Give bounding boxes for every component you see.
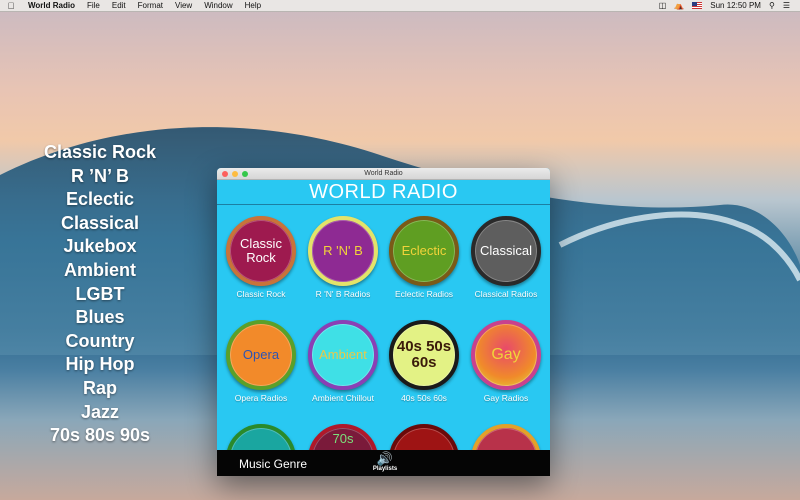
station-caption: 40s 50s 60s: [401, 393, 447, 403]
tab-playlists-label: Playlists: [372, 466, 398, 472]
menu-help[interactable]: Help: [239, 1, 267, 10]
station-disc-label: Classic Rock: [240, 236, 282, 265]
genre-label: R ’N’ B: [70, 165, 129, 186]
station-disc[interactable]: 70s: [308, 424, 378, 450]
genre-label: Classic Rock: [43, 142, 157, 162]
station-caption: Classic Rock: [236, 289, 286, 299]
station-disc[interactable]: Opera: [226, 320, 296, 390]
station-tile[interactable]: R 'N' B R 'N' B Radios: [303, 216, 383, 299]
station-tile[interactable]: Eclectic Eclectic Radios: [384, 216, 464, 299]
app-header: WORLD RADIO: [217, 180, 550, 205]
station-disc[interactable]: [226, 424, 296, 450]
genre-label: 70s 80s 90s: [49, 425, 151, 446]
menu-view[interactable]: View: [169, 1, 198, 10]
station-disc-label: Ambient: [319, 347, 367, 362]
station-tile[interactable]: [384, 424, 464, 450]
station-disc[interactable]: [389, 424, 459, 450]
genre-label: Country: [65, 330, 135, 351]
genre-label: Hip Hop: [65, 354, 135, 375]
station-tile[interactable]: 40s 50s 60s 40s 50s 60s: [384, 320, 464, 403]
menu-format[interactable]: Format: [132, 1, 169, 10]
station-caption: Opera Radios: [234, 393, 288, 403]
station-caption: Ambient Chillout: [312, 393, 374, 403]
genre-label: Ambient: [64, 259, 136, 280]
station-disc-label: Gay: [491, 346, 521, 363]
spotlight-search-icon[interactable]: ⚲: [769, 1, 775, 10]
station-grid: Classic Rock Classic Rock R 'N' B R 'N' …: [217, 206, 550, 450]
input-source-flag-icon[interactable]: [692, 2, 703, 9]
tab-music-genre[interactable]: Music Genre: [239, 457, 307, 471]
window-titlebar[interactable]: World Radio: [217, 168, 550, 180]
desktop-genre-list: Classic Rock R ’N’ B Eclectic Classical …: [0, 141, 200, 448]
genre-label: Eclectic: [65, 189, 135, 210]
battery-icon[interactable]: ◫: [659, 1, 667, 10]
station-disc[interactable]: 40s 50s 60s: [389, 320, 459, 390]
menu-window[interactable]: Window: [198, 1, 238, 10]
genre-label: Classical: [60, 212, 140, 233]
window-title: World Radio: [364, 170, 403, 177]
station-caption: Gay Radios: [483, 393, 529, 403]
station-tile[interactable]: [221, 424, 301, 450]
station-caption: Eclectic Radios: [394, 289, 454, 299]
menubar-clock[interactable]: Sun 12:50 PM: [710, 1, 761, 10]
station-disc[interactable]: Classic Rock: [226, 216, 296, 286]
apple-menu-icon[interactable]: : [0, 1, 22, 11]
station-disc[interactable]: R 'N' B: [308, 216, 378, 286]
station-disc[interactable]: Ambient: [308, 320, 378, 390]
tab-playlists[interactable]: 🔊 Playlists: [365, 451, 405, 473]
station-disc[interactable]: Gay: [471, 320, 541, 390]
genre-label: Blues: [75, 307, 125, 328]
station-tile[interactable]: Opera Opera Radios: [221, 320, 301, 403]
status-area: ◫ ⛺ Sun 12:50 PM ⚲ ☰: [659, 1, 800, 10]
speaker-icon: 🔊: [376, 451, 394, 466]
station-tile[interactable]: Classic Rock Classic Rock: [221, 216, 301, 299]
station-disc[interactable]: Eclectic: [389, 216, 459, 286]
station-disc[interactable]: Classical: [471, 216, 541, 286]
app-menu[interactable]: World Radio: [22, 1, 81, 10]
system-menu-bar:  World Radio File Edit Format View Wind…: [0, 0, 800, 12]
tab-bar: Music Genre 🔊 Playlists: [217, 450, 550, 476]
world-radio-window: World Radio WORLD RADIO Classic Rock Cla…: [217, 168, 550, 476]
notification-center-icon[interactable]: ☰: [783, 1, 790, 10]
station-tile[interactable]: 70s: [303, 424, 383, 450]
station-tile[interactable]: Gay Gay Radios: [466, 320, 546, 403]
station-disc[interactable]: [471, 424, 541, 450]
station-disc-label: Eclectic: [401, 243, 447, 258]
genre-label: Jazz: [80, 401, 120, 422]
genre-label: Jukebox: [63, 236, 137, 257]
station-caption: R 'N' B Radios: [315, 289, 371, 299]
station-tile[interactable]: [466, 424, 546, 450]
station-disc-label: 40s 50s 60s: [396, 338, 452, 371]
station-disc-label: 70s: [332, 431, 354, 446]
station-disc-label: R 'N' B: [323, 243, 363, 258]
menu-edit[interactable]: Edit: [106, 1, 132, 10]
station-caption: Classical Radios: [474, 289, 538, 299]
genre-label: Rap: [82, 377, 117, 398]
station-disc-label: Opera: [242, 347, 280, 362]
wifi-icon[interactable]: ⛺: [674, 1, 684, 10]
menu-file[interactable]: File: [81, 1, 106, 10]
station-disc-label: Classical: [479, 243, 532, 258]
station-tile[interactable]: Ambient Ambient Chillout: [303, 320, 383, 403]
station-tile[interactable]: Classical Classical Radios: [466, 216, 546, 299]
genre-label: LGBT: [75, 283, 125, 304]
